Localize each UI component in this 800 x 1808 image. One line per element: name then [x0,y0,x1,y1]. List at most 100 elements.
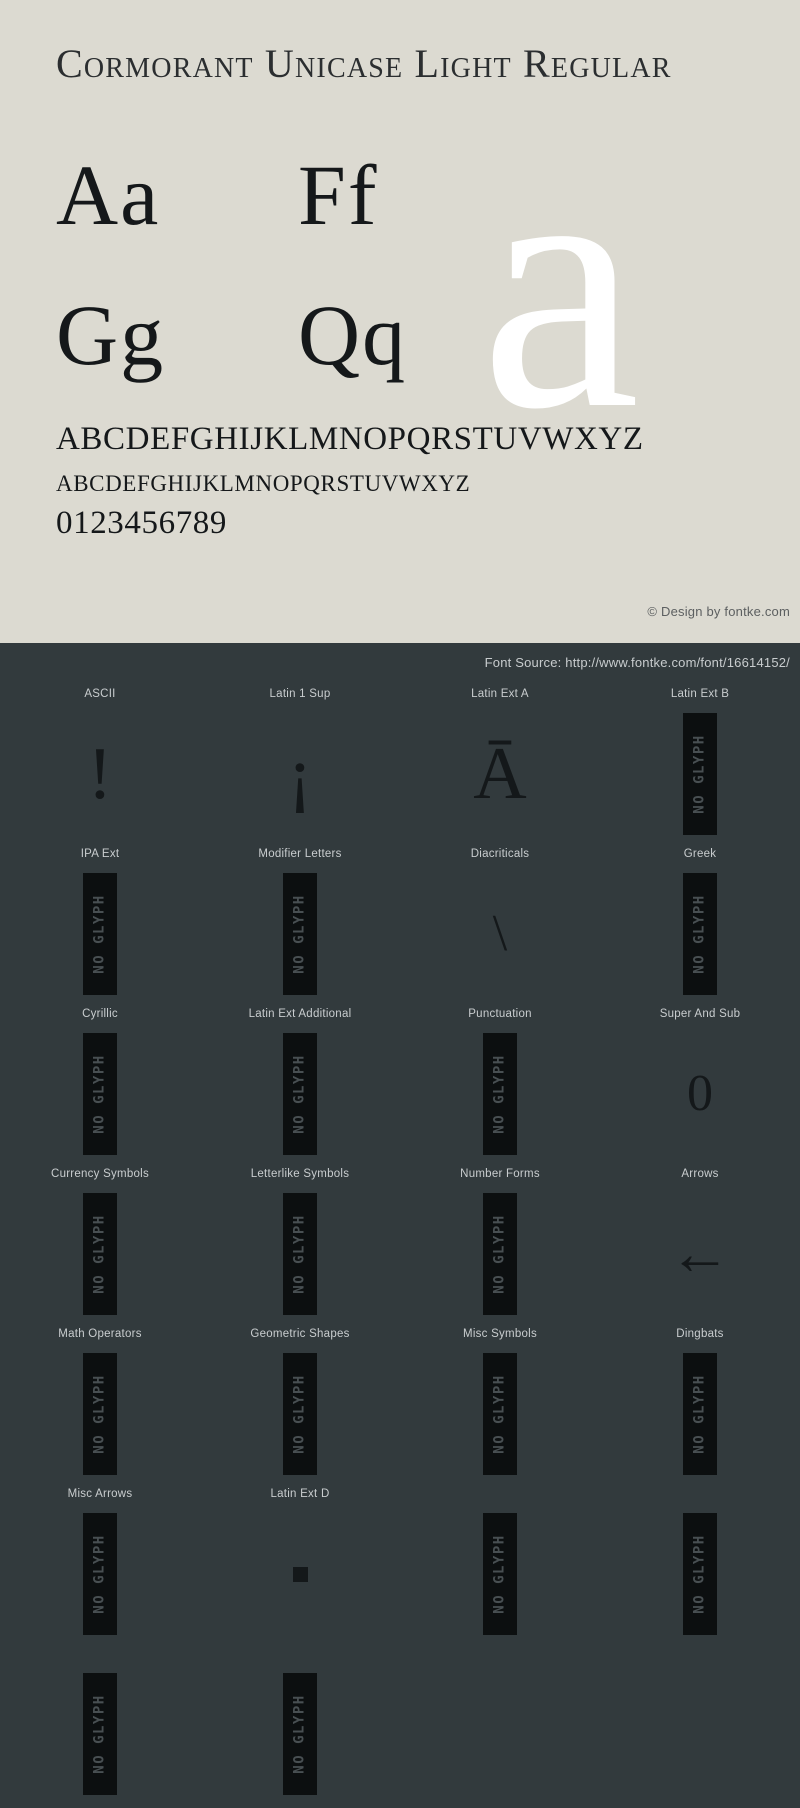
unicode-block-cell[interactable]: Math Operators NO GLYPH [0,1323,200,1483]
unicode-blocks-panel: Font Source: http://www.fontke.com/font/… [0,643,800,1808]
unicode-block-sample: NO GLYPH [600,1505,800,1643]
unicode-block-sample: NO GLYPH [0,1345,200,1483]
unicode-block-cell[interactable]: ASCII! [0,683,200,843]
alphabet-lowercase: abcdefghijklmnopqrstuvwxyz [56,463,471,500]
no-glyph-badge: NO GLYPH [683,1513,717,1635]
unicode-block-sample: NO GLYPH [400,1185,600,1323]
unicode-block-label: Currency Symbols [51,1168,149,1180]
no-glyph-badge: NO GLYPH [83,1033,117,1155]
unicode-block-label: Super And Sub [659,1008,741,1020]
unicode-block-label: ASCII [84,688,116,700]
unicode-block-cell[interactable]: NO GLYPH [0,1643,200,1803]
unicode-block-cell[interactable]: Currency Symbols NO GLYPH [0,1163,200,1323]
glyph-pair-gg: Gg [56,287,166,383]
unicode-block-cell[interactable]: Dingbats NO GLYPH [600,1323,800,1483]
no-glyph-label: NO GLYPH [492,1374,508,1454]
no-glyph-badge: NO GLYPH [683,1353,717,1475]
alphabet-block: ABCDEFGHIJKLMNOPQRSTUVWXYZ abcdefghijklm… [56,418,644,545]
unicode-block-label: Diacriticals [470,848,530,860]
unicode-blocks-grid: ASCII! Latin 1 Sup ¡ Latin Ext A Ā Latin Ext … [0,683,800,1803]
page-title: Cormorant Unicase Light Regular [56,41,672,86]
no-glyph-label: NO GLYPH [692,1534,708,1614]
no-glyph-badge: NO GLYPH [483,1033,517,1155]
unicode-block-cell[interactable]: Latin Ext Additional NO GLYPH [200,1003,400,1163]
sample-glyph: ¡ [287,733,313,815]
no-glyph-label: NO GLYPH [92,894,108,974]
unicode-block-sample: NO GLYPH [0,1185,200,1323]
no-glyph-label: NO GLYPH [692,894,708,974]
unicode-block-cell[interactable]: Cyrillic NO GLYPH [0,1003,200,1163]
sample-glyph: 0 [687,1065,713,1122]
unicode-block-sample: NO GLYPH [200,1185,400,1323]
no-glyph-badge: NO GLYPH [483,1353,517,1475]
unicode-block-cell[interactable]: NO GLYPH [600,1483,800,1643]
font-source-link[interactable]: Font Source: http://www.fontke.com/font/… [485,655,790,670]
unicode-block-label: Latin Ext A [471,688,529,700]
unicode-block-cell[interactable]: Punctuation NO GLYPH [400,1003,600,1163]
sample-glyph: ← [669,1220,731,1288]
unicode-block-label: Arrows [681,1168,719,1180]
sample-glyph: ! [87,733,113,815]
no-glyph-label: NO GLYPH [292,1214,308,1294]
unicode-block-sample: ← [600,1185,800,1323]
unicode-block-sample: NO GLYPH [400,1345,600,1483]
no-glyph-label: NO GLYPH [492,1534,508,1614]
unicode-block-label: Misc Arrows [67,1488,133,1500]
unicode-block-sample: 0 [600,1025,800,1163]
no-glyph-badge: NO GLYPH [83,1353,117,1475]
no-glyph-badge: NO GLYPH [483,1193,517,1315]
unicode-block-sample: ¡ [200,705,400,843]
unicode-block-label: Geometric Shapes [250,1328,350,1340]
unicode-block-cell[interactable]: Super And Sub 0 [600,1003,800,1163]
no-glyph-badge: NO GLYPH [83,1513,117,1635]
unicode-block-cell[interactable]: Arrows ← [600,1163,800,1323]
no-glyph-label: NO GLYPH [92,1374,108,1454]
unicode-block-sample: NO GLYPH [200,1665,400,1803]
no-glyph-label: NO GLYPH [92,1694,108,1774]
sample-glyph: Ā [473,733,527,815]
no-glyph-label: NO GLYPH [492,1214,508,1294]
unicode-block-label: Math Operators [58,1328,142,1340]
digits-line: 0123456789 [56,505,227,542]
no-glyph-badge: NO GLYPH [483,1513,517,1635]
no-glyph-badge: NO GLYPH [283,873,317,995]
copyright-notice: © Design by fontke.com [647,604,790,619]
unicode-block-sample: NO GLYPH [200,865,400,1003]
unicode-block-sample: NO GLYPH [0,865,200,1003]
no-glyph-badge: NO GLYPH [83,873,117,995]
unicode-block-sample: NO GLYPH [0,1665,200,1803]
unicode-block-cell[interactable]: Greek NO GLYPH [600,843,800,1003]
unicode-block-cell[interactable]: Latin 1 Sup ¡ [200,683,400,843]
unicode-block-cell[interactable]: Geometric Shapes NO GLYPH [200,1323,400,1483]
unicode-block-cell[interactable]: Latin Ext B NO GLYPH [600,683,800,843]
unicode-block-cell[interactable]: Modifier Letters NO GLYPH [200,843,400,1003]
alphabet-uppercase: ABCDEFGHIJKLMNOPQRSTUVWXYZ [56,421,644,457]
unicode-block-label: Letterlike Symbols [250,1168,350,1180]
unicode-block-cell[interactable]: Number Forms NO GLYPH [400,1163,600,1323]
unicode-block-label: Latin Ext D [270,1488,330,1500]
no-glyph-badge: NO GLYPH [683,713,717,835]
unicode-block-sample: NO GLYPH [600,1345,800,1483]
glyph-pair-ff: Ff [298,147,379,243]
glyph-pair-aa: Aa [56,147,161,243]
unicode-block-sample: NO GLYPH [200,1345,400,1483]
unicode-block-cell[interactable]: Latin Ext D [200,1483,400,1643]
unicode-block-cell[interactable]: Misc Arrows NO GLYPH [0,1483,200,1643]
unicode-block-cell[interactable]: IPA Ext NO GLYPH [0,843,200,1003]
sample-glyph: \ [492,905,508,962]
unicode-block-cell[interactable]: Misc Symbols NO GLYPH [400,1323,600,1483]
unicode-block-label: Latin 1 Sup [269,688,331,700]
no-glyph-label: NO GLYPH [692,734,708,814]
no-glyph-badge: NO GLYPH [83,1673,117,1795]
no-glyph-badge: NO GLYPH [283,1673,317,1795]
unicode-block-cell[interactable]: NO GLYPH [200,1643,400,1803]
unicode-block-cell[interactable]: Diacriticals \ [400,843,600,1003]
unicode-block-cell[interactable]: Letterlike Symbols NO GLYPH [200,1163,400,1323]
unicode-block-cell[interactable]: NO GLYPH [400,1483,600,1643]
unicode-block-sample: NO GLYPH [400,1505,600,1643]
unicode-block-sample: NO GLYPH [600,865,800,1003]
unicode-block-sample: \ [400,865,600,1003]
unicode-block-cell[interactable]: Latin Ext A Ā [400,683,600,843]
unicode-block-label: IPA Ext [80,848,120,860]
no-glyph-badge: NO GLYPH [83,1193,117,1315]
